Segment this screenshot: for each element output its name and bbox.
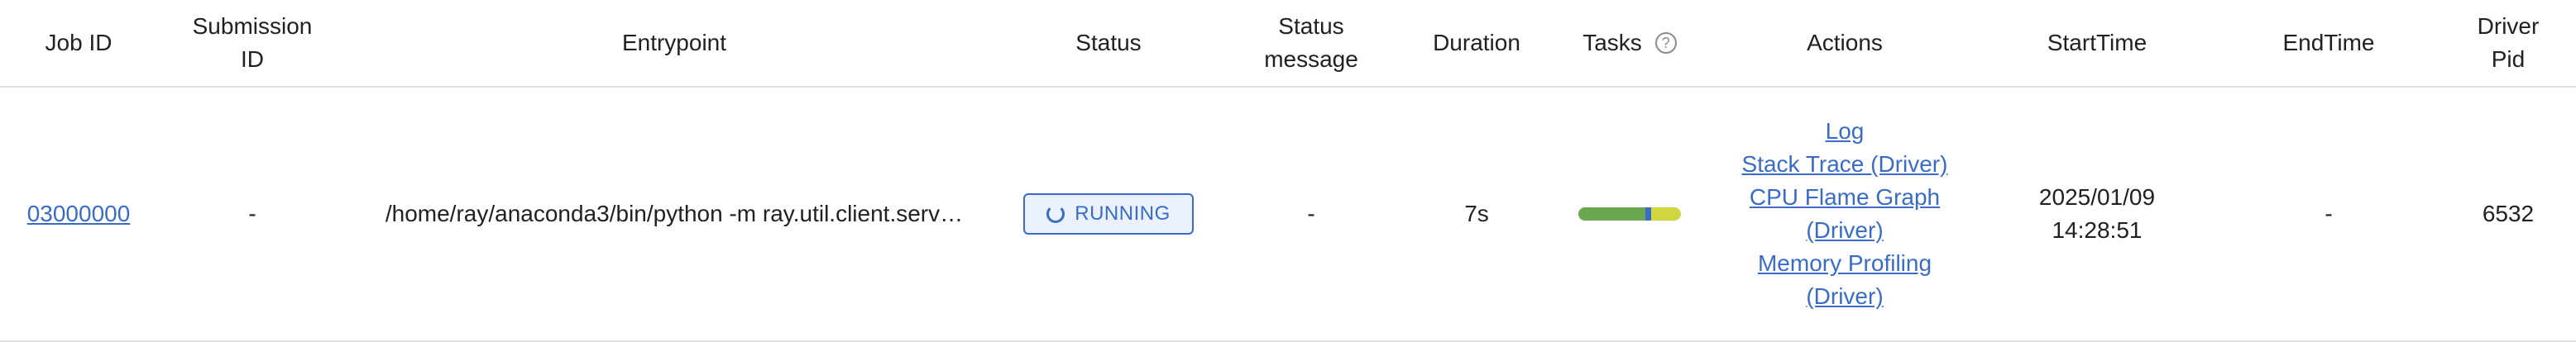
header-submission-id-line2: ID [240,46,264,72]
status-badge: RUNNING [1023,193,1194,235]
memory-profiling-line2: (Driver) [1806,283,1884,309]
header-status-message[interactable]: Status message [1216,0,1406,86]
jobs-table: Job ID Submission ID Entrypoint Status S… [0,0,2576,342]
loading-spinner-icon [1046,205,1065,223]
header-end-time-label: EndTime [2282,30,2375,55]
tasks-cell [1547,88,1712,340]
entrypoint-cell: /home/ray/anaconda3/bin/python -m ray.ut… [347,88,1001,340]
header-status[interactable]: Status [1001,0,1216,86]
driver-pid-value: 6532 [2482,201,2535,226]
driver-pid-cell: 6532 [2440,88,2576,340]
progress-pending-segment [1651,207,1681,221]
memory-profiling-link[interactable]: Memory Profiling (Driver) [1758,247,1932,313]
header-tasks[interactable]: Tasks ? [1547,0,1712,86]
progress-running-segment [1645,207,1652,221]
header-submission-id[interactable]: Submission ID [157,0,347,86]
header-job-id[interactable]: Job ID [0,0,157,86]
start-time-date: 2025/01/09 [2038,184,2156,210]
header-job-id-label: Job ID [45,30,113,55]
header-status-message-line1: Status [1278,13,1344,39]
end-time-cell: - [2217,88,2440,340]
header-driver-pid[interactable]: Driver Pid [2440,0,2576,86]
header-actions-label: Actions [1807,30,1883,55]
start-time-cell: 2025/01/09 14:28:51 [1977,88,2217,340]
submission-id-cell: - [157,88,347,340]
header-entrypoint-label: Entrypoint [621,30,727,55]
header-actions: Actions [1712,0,1977,86]
status-message-cell: - [1216,88,1406,340]
header-start-time[interactable]: StartTime [1977,0,2217,86]
header-tasks-label: Tasks [1582,30,1642,55]
header-driver-pid-line2: Pid [2491,46,2526,72]
log-link[interactable]: Log [1826,115,1865,148]
entrypoint-value: /home/ray/anaconda3/bin/python -m ray.ut… [385,201,964,226]
header-status-message-line2: message [1264,46,1358,72]
job-id-cell: 03000000 [0,88,157,340]
header-status-label: Status [1075,30,1142,55]
end-time-value: - [2325,201,2333,226]
table-row: 03000000 - /home/ray/anaconda3/bin/pytho… [0,88,2576,342]
status-label: RUNNING [1075,202,1171,225]
actions-list: Log Stack Trace (Driver) CPU Flame Graph… [1742,115,1948,313]
tasks-progress-bar[interactable] [1578,207,1681,221]
header-submission-id-line1: Submission [192,13,313,39]
header-duration[interactable]: Duration [1406,0,1547,86]
submission-id-value: - [248,201,256,226]
status-message-value: - [1307,201,1315,226]
duration-value: 7s [1464,201,1489,226]
cpu-flame-graph-link[interactable]: CPU Flame Graph (Driver) [1750,181,1940,247]
header-duration-label: Duration [1433,30,1520,55]
stack-trace-link[interactable]: Stack Trace (Driver) [1742,148,1948,181]
duration-cell: 7s [1406,88,1547,340]
memory-profiling-line1: Memory Profiling [1757,250,1932,276]
actions-cell: Log Stack Trace (Driver) CPU Flame Graph… [1712,88,1977,340]
header-driver-pid-line1: Driver [2477,13,2540,39]
job-id-link[interactable]: 03000000 [27,197,131,230]
cpu-flame-graph-line1: CPU Flame Graph [1749,184,1941,210]
start-time-clock: 14:28:51 [2052,217,2143,243]
status-cell: RUNNING [1001,88,1216,340]
cpu-flame-graph-line2: (Driver) [1806,217,1884,243]
help-icon[interactable]: ? [1654,32,1677,54]
header-entrypoint[interactable]: Entrypoint [347,0,1001,86]
header-end-time[interactable]: EndTime [2217,0,2440,86]
header-start-time-label: StartTime [2047,30,2147,55]
table-header-row: Job ID Submission ID Entrypoint Status S… [0,0,2576,88]
progress-finished-segment [1578,207,1645,221]
